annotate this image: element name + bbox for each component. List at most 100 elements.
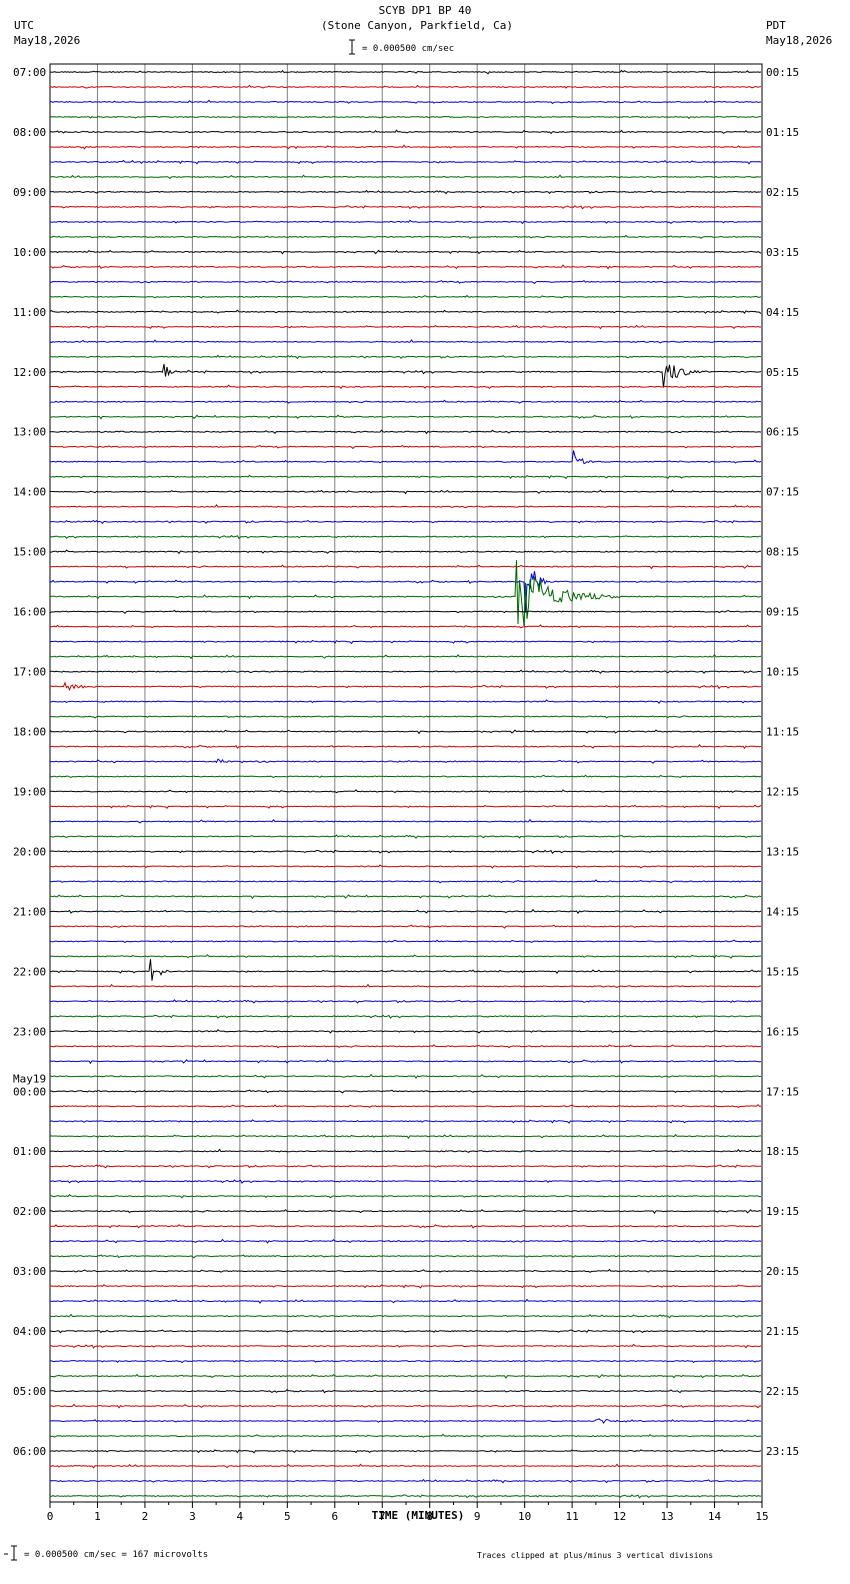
trace-row [49, 983, 761, 988]
trace-row [49, 1389, 762, 1394]
trace-row [49, 450, 762, 465]
trace-row [49, 414, 761, 420]
pdt-hour-label: 11:15 [766, 726, 799, 739]
x-tick-label: 4 [237, 1510, 244, 1523]
utc-hour-label: 00:00 [13, 1085, 46, 1098]
trace-row [49, 219, 762, 225]
trace-row [49, 1418, 762, 1424]
trace-row [49, 520, 762, 525]
trace-row [49, 1089, 762, 1094]
trace-row [49, 474, 762, 480]
trace-row [49, 1029, 761, 1034]
utc-hour-label: 21:00 [13, 905, 46, 918]
utc-hour-label: 03:00 [13, 1265, 46, 1278]
trace-row [49, 444, 762, 450]
pdt-hour-label: 14:15 [766, 905, 799, 918]
utc-hour-label: 17:00 [13, 666, 46, 679]
pdt-hour-label: 00:15 [766, 66, 799, 79]
utc-hour-label: 20:00 [13, 845, 46, 858]
trace-row [49, 743, 762, 750]
trace-row [49, 249, 762, 255]
trace-row [49, 144, 762, 150]
pdt-hour-label: 10:15 [766, 666, 799, 679]
trace-row [49, 234, 762, 239]
traces [49, 69, 762, 1499]
trace-row [49, 1208, 762, 1214]
trace-row [49, 84, 762, 89]
trace-row [49, 834, 762, 839]
x-tick-label: 0 [47, 1510, 54, 1523]
pdt-hour-label: 19:15 [766, 1205, 799, 1218]
pdt-hour-label: 22:15 [766, 1385, 799, 1398]
trace-row [49, 363, 762, 388]
trace-row [49, 758, 762, 764]
trace-row [49, 774, 762, 779]
trace-row [49, 999, 762, 1004]
x-tick-label: 12 [613, 1510, 626, 1523]
seismogram-plot: 07:00 08:00 09:00 10:00 11:00 12:00 13:00 14:00… [13, 63, 799, 1523]
trace-row [49, 864, 762, 869]
x-tick-label: 5 [284, 1510, 291, 1523]
utc-hour-label: 02:00 [13, 1205, 46, 1218]
utc-hour-label: 23:00 [13, 1025, 46, 1038]
trace-row [49, 571, 762, 613]
pdt-hour-label: 23:15 [766, 1445, 799, 1458]
trace-row [49, 1044, 762, 1049]
trace-row [49, 894, 762, 900]
pdt-hour-label: 08:15 [766, 546, 799, 559]
trace-row [49, 624, 762, 629]
trace-row [49, 1133, 762, 1139]
trace-row [49, 728, 762, 735]
trace-row [49, 1343, 762, 1349]
utc-date-change-label: May19 [13, 1072, 46, 1085]
utc-hour-label: 06:00 [13, 1445, 46, 1458]
trace-row [49, 681, 762, 692]
utc-hour-label: 14:00 [13, 486, 46, 499]
trace-row [49, 339, 762, 344]
pdt-hour-label: 15:15 [766, 965, 799, 978]
trace-row [49, 324, 762, 330]
pdt-hour-label: 16:15 [766, 1025, 799, 1038]
trace-row [49, 818, 761, 824]
pdt-hour-label: 18:15 [766, 1145, 799, 1158]
utc-hour-label: 18:00 [13, 726, 46, 739]
footer-clip-note: Traces clipped at plus/minus 3 vertical … [477, 1551, 714, 1560]
utc-hour-label: 10:00 [13, 246, 46, 259]
trace-row [49, 939, 762, 944]
pdt-hour-label: 09:15 [766, 606, 799, 619]
trace-row [49, 1238, 762, 1244]
trace-row [49, 1119, 762, 1124]
trace-row [49, 1224, 761, 1229]
trace-row [49, 429, 762, 435]
trace-row [49, 1194, 762, 1199]
pdt-hour-label: 12:15 [766, 785, 799, 798]
pdt-hour-label: 07:15 [766, 486, 799, 499]
utc-hour-label: 16:00 [13, 606, 46, 619]
trace-row [49, 849, 762, 855]
trace-row [49, 609, 762, 614]
trace-row [49, 1329, 762, 1334]
trace-row [49, 159, 762, 165]
utc-hour-label: 13:00 [13, 426, 46, 439]
trace-row [49, 399, 761, 404]
pdt-hour-label: 05:15 [766, 366, 799, 379]
trace-row [49, 1148, 762, 1153]
trace-row [49, 560, 762, 627]
pdt-hour-label: 21:15 [766, 1325, 799, 1338]
utc-hour-label: 11:00 [13, 306, 46, 319]
trace-row [49, 804, 762, 810]
trace-row [49, 1359, 762, 1364]
x-tick-label: 9 [474, 1510, 481, 1523]
trace-row [49, 1059, 762, 1065]
trace-row [49, 489, 762, 495]
labels: 07:00 08:00 09:00 10:00 11:00 12:00 13:00 14:00… [13, 66, 799, 1523]
trace-row [49, 69, 762, 75]
trace-row [49, 279, 762, 285]
footer-scale-icon [4, 1545, 17, 1561]
utc-hour-label: 19:00 [13, 785, 46, 798]
trace-row [49, 294, 762, 299]
trace-row [49, 1403, 762, 1409]
trace-row [49, 1298, 762, 1304]
trace-row [49, 99, 762, 105]
trace-row [49, 954, 762, 959]
